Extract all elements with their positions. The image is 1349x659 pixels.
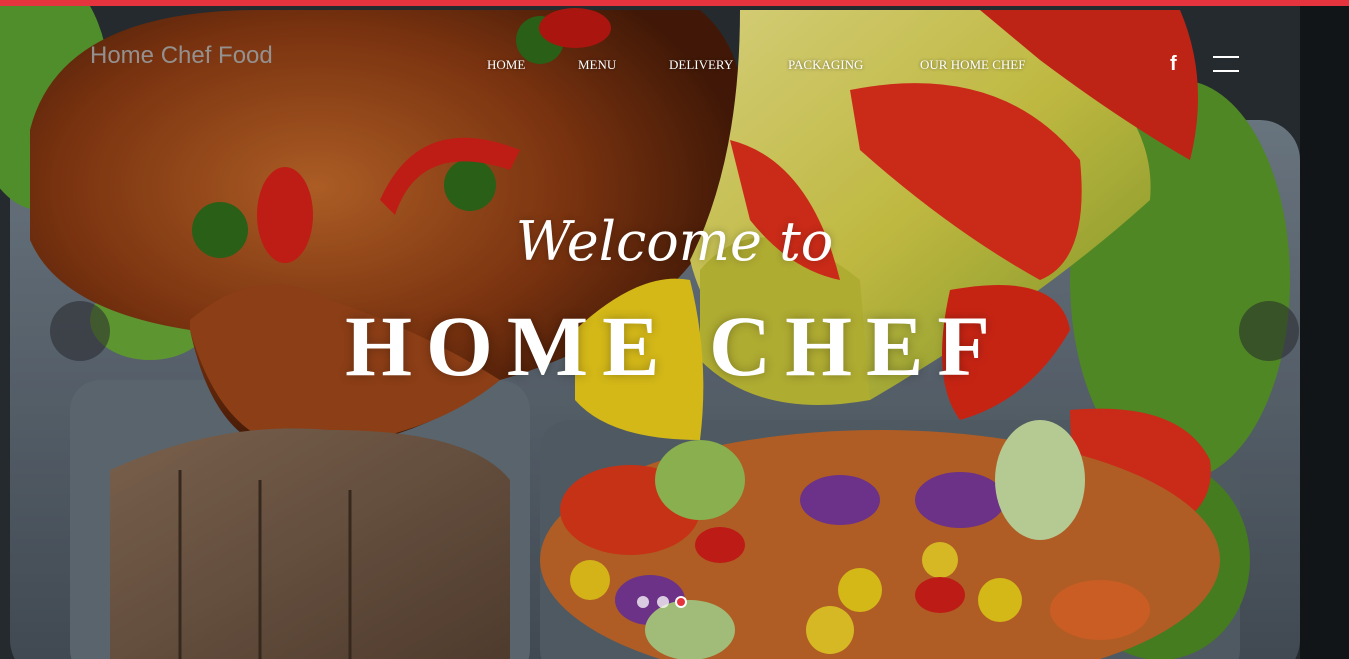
top-accent-bar <box>0 0 1349 6</box>
brand-logo-text[interactable]: Home Chef Food <box>90 42 273 70</box>
nav-item-our-home-chef[interactable]: OUR HOME CHEF <box>920 57 1025 73</box>
nav-item-menu[interactable]: MENU <box>578 57 616 73</box>
hamburger-line <box>1213 70 1239 72</box>
hero-welcome-text: Welcome to <box>515 210 834 273</box>
facebook-icon[interactable]: f <box>1170 53 1177 76</box>
carousel-prev-button[interactable] <box>50 301 110 361</box>
nav-item-delivery[interactable]: DELIVERY <box>669 57 733 73</box>
nav-item-packaging[interactable]: PACKAGING <box>788 57 863 73</box>
hamburger-line <box>1213 56 1239 58</box>
hamburger-menu-icon[interactable] <box>1213 56 1241 74</box>
carousel-dot-2[interactable] <box>657 596 669 608</box>
carousel-dot-1[interactable] <box>637 596 649 608</box>
carousel-indicators <box>637 596 685 608</box>
nav-item-home[interactable]: HOME <box>487 57 525 73</box>
carousel-dot-3-active[interactable] <box>677 598 685 606</box>
hero-title: HOME CHEF <box>345 298 1004 394</box>
carousel-next-button[interactable] <box>1239 301 1299 361</box>
hero-slider: Home Chef Food HOME MENU DELIVERY PACKAG… <box>0 0 1349 659</box>
